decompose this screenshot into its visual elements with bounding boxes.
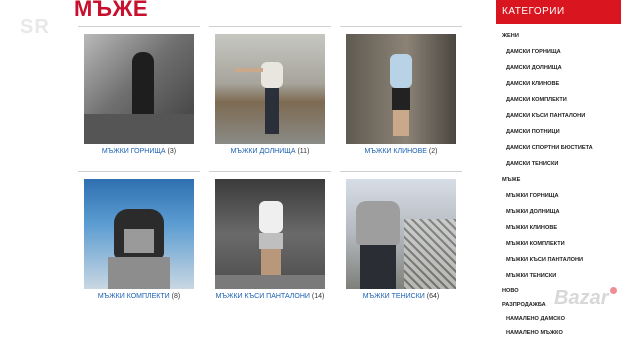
category-count: (2): [428, 148, 438, 155]
category-link[interactable]: МЪЖКИ ТЕНИСКИ (64): [340, 293, 462, 300]
divider: [209, 26, 331, 27]
category-image[interactable]: [215, 179, 325, 289]
sidebar-item[interactable]: ДАМСКИ КЛИНОВЕ: [496, 76, 621, 92]
sidebar-item[interactable]: ДАМСКИ ТЕНИСКИ: [496, 156, 621, 172]
category-image[interactable]: [84, 179, 194, 289]
category-card-mens-bottoms[interactable]: МЪЖКИ ДОЛНИЩА (11): [209, 26, 331, 155]
sidebar-item[interactable]: МЪЖКИ ДОЛНИЩА: [496, 204, 621, 220]
bazar-watermark-logo: Bazar: [554, 287, 618, 310]
category-link[interactable]: МЪЖКИ КЛИНОВЕ (2): [340, 148, 462, 155]
sidebar-item[interactable]: ДАМСКИ ГОРНИЩА: [496, 44, 621, 60]
divider: [209, 171, 331, 172]
sidebar-item[interactable]: ДАМСКИ ПОТНИЦИ: [496, 124, 621, 140]
bazar-watermark-text: Bazar: [554, 287, 609, 309]
divider: [340, 26, 462, 27]
category-label[interactable]: МЪЖКИ ДОЛНИЩА: [231, 148, 296, 155]
category-count: (3): [167, 148, 177, 155]
category-label[interactable]: МЪЖКИ ГОРНИЩА: [102, 148, 166, 155]
sidebar-header: КАТЕГОРИИ: [496, 0, 621, 24]
category-card-mens-leggings[interactable]: МЪЖКИ КЛИНОВЕ (2): [340, 26, 462, 155]
sidebar-group[interactable]: МЪЖЕ: [496, 172, 621, 188]
divider: [78, 171, 200, 172]
category-link[interactable]: МЪЖКИ КЪСИ ПАНТАЛОНИ (14): [209, 293, 331, 300]
sidebar-item[interactable]: МЪЖКИ КЛИНОВЕ: [496, 220, 621, 236]
category-image[interactable]: [346, 179, 456, 289]
category-count: (8): [171, 293, 181, 300]
category-card-mens-sets[interactable]: МЪЖКИ КОМПЛЕКТИ (8): [78, 171, 200, 300]
watermark-logo: SR: [20, 16, 50, 38]
sidebar-item[interactable]: МЪЖКИ КЪСИ ПАНТАЛОНИ: [496, 252, 621, 268]
sidebar-item[interactable]: МЪЖКИ КОМПЛЕКТИ: [496, 236, 621, 252]
sidebar-group[interactable]: ЖЕНИ: [496, 28, 621, 44]
category-label[interactable]: МЪЖКИ КОМПЛЕКТИ: [98, 293, 170, 300]
category-image[interactable]: [346, 34, 456, 144]
category-card-mens-shorts[interactable]: МЪЖКИ КЪСИ ПАНТАЛОНИ (14): [209, 171, 331, 300]
sidebar-item[interactable]: НАМАЛЕНО МЪЖКО: [496, 326, 621, 340]
divider: [78, 26, 200, 27]
page-title: МЪЖЕ: [74, 0, 149, 21]
category-card-mens-tshirts[interactable]: МЪЖКИ ТЕНИСКИ (64): [340, 171, 462, 300]
category-label[interactable]: МЪЖКИ ТЕНИСКИ: [363, 293, 425, 300]
category-image[interactable]: [84, 34, 194, 144]
sidebar-item[interactable]: МЪЖКИ ТЕНИСКИ: [496, 268, 621, 284]
divider: [340, 171, 462, 172]
category-image[interactable]: [215, 34, 325, 144]
category-card-mens-tops[interactable]: МЪЖКИ ГОРНИЩА (3): [78, 26, 200, 155]
sidebar-item[interactable]: ДАМСКИ СПОРТНИ БЮСТИЕТА: [496, 140, 621, 156]
sidebar-item[interactable]: ДАМСКИ КОМПЛЕКТИ: [496, 92, 621, 108]
category-link[interactable]: МЪЖКИ ДОЛНИЩА (11): [209, 148, 331, 155]
category-label[interactable]: МЪЖКИ КЛИНОВЕ: [365, 148, 427, 155]
category-link[interactable]: МЪЖКИ ГОРНИЩА (3): [78, 148, 200, 155]
category-count: (64): [426, 293, 440, 300]
sidebar-item[interactable]: МЪЖКИ ГОРНИЩА: [496, 188, 621, 204]
sidebar-item[interactable]: ДАМСКИ ДОЛНИЩА: [496, 60, 621, 76]
dot-icon: [610, 287, 618, 294]
category-label[interactable]: МЪЖКИ КЪСИ ПАНТАЛОНИ: [216, 293, 310, 300]
category-count: (11): [297, 148, 310, 155]
sidebar-item[interactable]: ДАМСКИ КЪСИ ПАНТАЛОНИ: [496, 108, 621, 124]
category-count: (14): [311, 293, 325, 300]
category-link[interactable]: МЪЖКИ КОМПЛЕКТИ (8): [78, 293, 200, 300]
sidebar-item[interactable]: НАМАЛЕНО ДАМСКО: [496, 312, 621, 326]
